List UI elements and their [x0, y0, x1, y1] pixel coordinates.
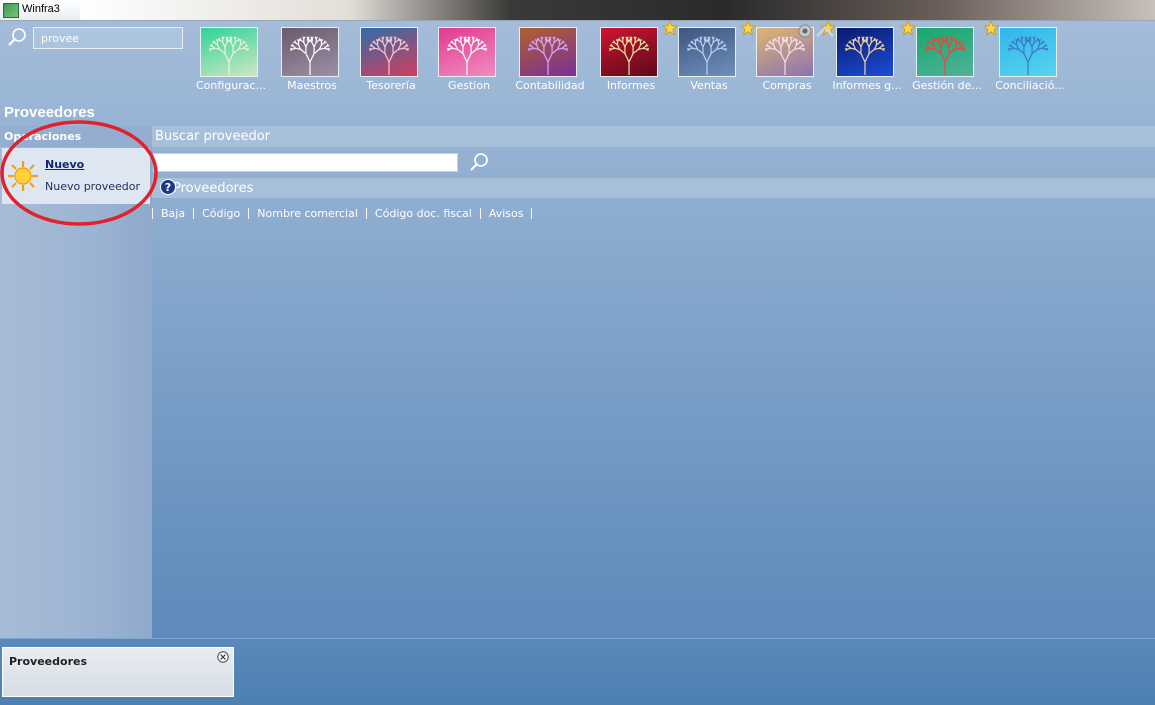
column-header[interactable]: Baja	[161, 207, 185, 220]
star-icon[interactable]	[740, 20, 756, 36]
star-icon[interactable]	[900, 20, 916, 36]
module-label: Gestión de...	[912, 79, 982, 92]
module-tile[interactable]: Tesorería	[350, 27, 432, 97]
search-section-title: Buscar proveedor	[155, 129, 271, 144]
global-search-input[interactable]	[33, 27, 183, 49]
module-tile[interactable]: Configurac...	[190, 27, 272, 97]
column-headers: Baja Código Nombre comercial Código doc. fi…	[152, 205, 540, 221]
column-separator	[248, 207, 250, 219]
module-tile[interactable]: Maestros	[271, 27, 353, 97]
module-label: Informes	[606, 79, 656, 92]
module-tile[interactable]: Conciliació...	[983, 20, 1071, 97]
new-supplier-action[interactable]: Nuevo Nuevo proveedor	[2, 148, 150, 204]
module-tile[interactable]: Gestión de...	[900, 20, 988, 97]
tab-proveedores[interactable]: Proveedores	[2, 647, 234, 697]
window-title: Winfra3	[22, 3, 60, 15]
module-tree-icon	[999, 27, 1057, 77]
column-separator	[365, 207, 367, 219]
column-header[interactable]: Código doc. fiscal	[375, 207, 472, 220]
column-separator	[193, 207, 195, 219]
new-supplier-label[interactable]: Nuevo proveedor	[45, 180, 140, 193]
sun-icon	[8, 161, 38, 191]
operations-header: Operaciones	[0, 126, 152, 147]
module-tree-icon	[678, 27, 736, 77]
module-label: Gestion	[447, 79, 491, 92]
floating-controls	[798, 24, 834, 38]
module-tile[interactable]: Ventas	[662, 20, 750, 97]
page-title: Proveedores	[4, 104, 95, 121]
module-tree-icon	[438, 27, 496, 77]
svg-text:?: ?	[165, 181, 171, 194]
module-label: Ventas	[690, 79, 728, 92]
title-bar: Winfra3	[0, 0, 1155, 21]
app-icon	[3, 3, 19, 18]
column-separator	[531, 207, 533, 219]
new-button[interactable]: Nuevo	[45, 158, 84, 171]
module-label: Tesorería	[366, 79, 416, 92]
list-section-header: Proveedores ?	[152, 178, 1155, 198]
module-label: Contabilidad	[515, 79, 585, 92]
close-icon[interactable]	[217, 651, 229, 663]
column-header[interactable]: Nombre comercial	[257, 207, 358, 220]
search-icon[interactable]	[6, 27, 28, 49]
module-tree-icon	[360, 27, 418, 77]
module-tile[interactable]: Gestion	[428, 27, 510, 97]
star-icon[interactable]	[662, 20, 678, 36]
module-label: Maestros	[287, 79, 337, 92]
supplier-search-input[interactable]	[153, 153, 458, 172]
column-separator	[152, 207, 153, 219]
module-label: Informes g...	[832, 79, 902, 92]
title-bar-background	[80, 0, 1155, 20]
search-section-header: Buscar proveedor	[152, 126, 1155, 147]
module-tree-icon	[519, 27, 577, 77]
module-label: Configurac...	[195, 79, 267, 92]
tab-label: Proveedores	[9, 655, 87, 668]
module-tile[interactable]: Informes	[590, 27, 672, 97]
search-icon[interactable]	[468, 152, 490, 174]
help-icon[interactable]: ?	[160, 179, 176, 195]
column-separator	[479, 207, 481, 219]
module-tree-icon	[600, 27, 658, 77]
column-header[interactable]: Código	[202, 207, 240, 220]
module-label: Compras	[762, 79, 812, 92]
list-section-title: Proveedores	[173, 181, 254, 196]
module-tree-icon	[836, 27, 894, 77]
module-tree-icon	[916, 27, 974, 77]
module-tile[interactable]: Contabilidad	[509, 27, 591, 97]
column-header[interactable]: Avisos	[489, 207, 524, 220]
star-icon[interactable]	[983, 20, 999, 36]
main-area	[0, 21, 1155, 704]
module-tree-icon	[281, 27, 339, 77]
module-label: Conciliació...	[995, 79, 1065, 92]
operations-header-label: Operaciones	[4, 130, 82, 143]
module-tree-icon	[200, 27, 258, 77]
